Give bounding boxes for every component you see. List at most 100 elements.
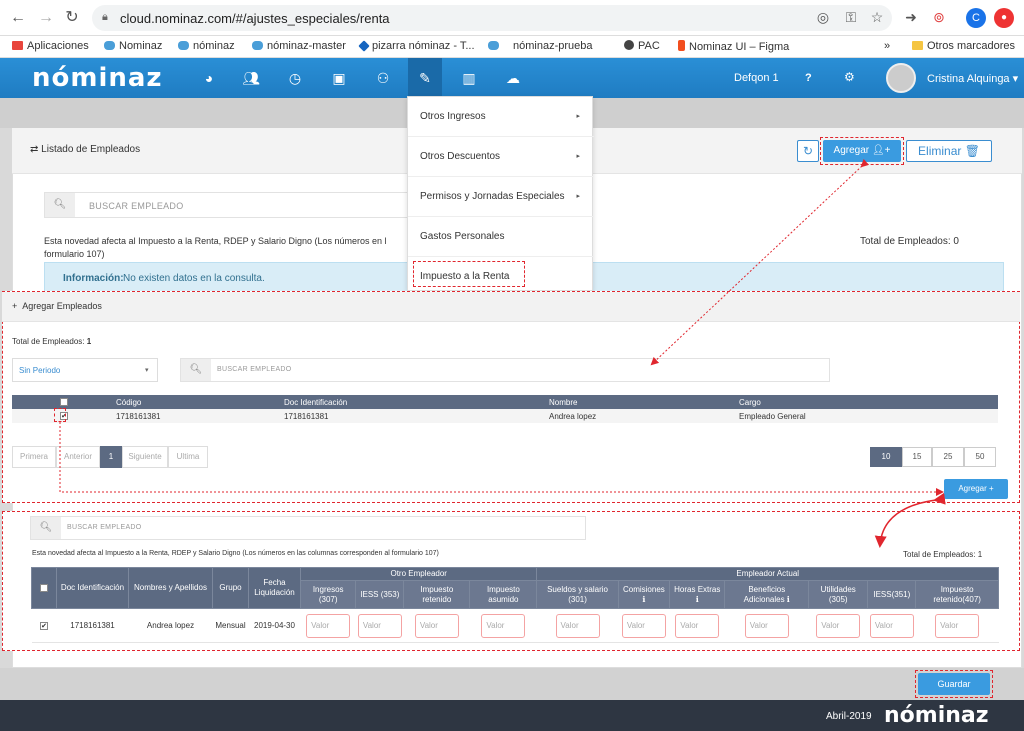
select-all-header[interactable] bbox=[12, 395, 112, 409]
users-icon[interactable]: 👥︎ bbox=[236, 68, 266, 88]
profile-avatar[interactable]: C bbox=[966, 8, 986, 28]
bookmark-figma[interactable]: Nominaz UI – Figma bbox=[678, 40, 789, 53]
renta-search-input[interactable]: BUSCAR EMPLEADO bbox=[67, 524, 142, 531]
pager-next[interactable]: Siguiente bbox=[122, 446, 168, 468]
cell-doc: 1718161381 bbox=[280, 409, 545, 423]
share-icon[interactable]: ➜ bbox=[902, 9, 920, 26]
col-impuesto-asumido: Impuesto asumido bbox=[469, 580, 538, 609]
help-icon[interactable]: ? bbox=[805, 72, 812, 84]
reload-icon[interactable]: ↻ bbox=[62, 8, 82, 28]
page-size-50[interactable]: 50 bbox=[964, 447, 996, 467]
pager-last[interactable]: Ultima bbox=[168, 446, 208, 468]
input-comisiones[interactable]: Valor bbox=[621, 613, 666, 638]
bookmarks-more[interactable]: » bbox=[884, 40, 890, 52]
location-icon[interactable]: ◎ bbox=[814, 9, 832, 26]
browser-toolbar: ← → ↻ 🔒︎ cloud.nominaz.com/#/ajustes_esp… bbox=[0, 0, 1024, 36]
footer-date: Abril-2019 bbox=[826, 711, 872, 722]
bookmark-nominaz-prueba[interactable]: nóminaz-prueba bbox=[488, 40, 593, 52]
briefcase-icon[interactable]: ▣ bbox=[324, 68, 354, 88]
agregar-search-input[interactable]: BUSCAR EMPLEADO bbox=[217, 366, 292, 373]
app-header: nóminaz ◕ 👥︎ ◷ ▣ ⚇ ✎ ▥ ☁ Defqon 1 ? ⚙ Cr… bbox=[0, 58, 1024, 98]
col-fecha: Fecha Liquidación bbox=[248, 567, 301, 609]
star-icon[interactable]: ☆ bbox=[868, 9, 886, 26]
user-menu[interactable]: Cristina Alquinga ▾ bbox=[927, 72, 1018, 85]
impuesto-renta-highlight bbox=[413, 261, 525, 287]
renta-search[interactable]: 🔍︎ BUSCAR EMPLEADO bbox=[30, 516, 586, 540]
refresh-icon: ↻ bbox=[802, 144, 814, 158]
select-all-checkbox[interactable] bbox=[40, 583, 48, 592]
agregar-search[interactable]: 🔍︎ BUSCAR EMPLEADO bbox=[180, 358, 830, 382]
input-horas-extras[interactable]: Valor bbox=[675, 613, 720, 638]
key-icon[interactable]: ⚿ bbox=[842, 9, 860, 26]
avatar[interactable] bbox=[886, 63, 916, 93]
refresh-button[interactable]: ↻ bbox=[797, 140, 819, 162]
input-impuesto-retenido[interactable]: Valor bbox=[414, 613, 459, 638]
input-sueldos[interactable]: Valor bbox=[555, 613, 600, 638]
bookmark-pizarra[interactable]: pizarra nóminaz - T... bbox=[358, 40, 475, 52]
renta-table: Doc Identificación Nombres y Apellidos G… bbox=[31, 567, 999, 643]
dashboard-icon[interactable]: ◕ bbox=[194, 68, 224, 88]
edit-icon[interactable]: ✎ bbox=[410, 68, 440, 88]
menu-item-otros-descuentos[interactable]: Otros Descuentos ▸ bbox=[408, 137, 594, 177]
extension-icon[interactable]: ⊚ bbox=[930, 9, 948, 26]
input-utilidades[interactable]: Valor bbox=[816, 613, 861, 638]
menu-item-otros-ingresos[interactable]: Otros Ingresos ▸ bbox=[408, 97, 594, 137]
input-impuesto-retenido-407[interactable]: Valor bbox=[935, 613, 980, 638]
input-beneficios[interactable]: Valor bbox=[744, 613, 789, 638]
row-checkbox[interactable]: ✔ bbox=[40, 621, 48, 630]
table-row[interactable]: ✔ 1718161381 1718161381 Andrea lopez Emp… bbox=[12, 409, 998, 423]
search-icon: 🔍︎ bbox=[31, 517, 61, 539]
list-search[interactable]: 🔍︎ BUSCAR EMPLEADO bbox=[44, 192, 424, 218]
bookmark-nominaz-2[interactable]: nóminaz bbox=[178, 40, 235, 52]
agregar-panel-title[interactable]: + Agregar Empleados bbox=[12, 301, 102, 311]
forward-icon[interactable]: → bbox=[36, 8, 56, 28]
page-size-15[interactable]: 15 bbox=[902, 447, 932, 467]
pager-page-1[interactable]: 1 bbox=[100, 446, 122, 468]
list-note-2: formulario 107) bbox=[44, 249, 105, 259]
col-codigo: Código bbox=[112, 395, 280, 409]
renta-note: Esta novedad afecta al Impuesto a la Ren… bbox=[32, 550, 439, 557]
logo[interactable]: nóminaz bbox=[32, 63, 163, 93]
delete-button[interactable]: Eliminar 🗑︎ bbox=[906, 140, 992, 162]
col-horas-extras: Horas Extras ℹ bbox=[669, 580, 726, 609]
caret-right-icon: ▸ bbox=[576, 193, 580, 200]
bookmark-apps[interactable]: Aplicaciones bbox=[12, 40, 89, 52]
col-impuesto-retenido-407: Impuesto retenido(407) bbox=[915, 580, 999, 609]
settings-icon[interactable]: ⚙ bbox=[844, 70, 855, 84]
bar-chart-icon[interactable]: ▥ bbox=[454, 68, 484, 88]
period-select[interactable]: Sin Periodo ▾ bbox=[12, 358, 158, 382]
input-iess-353[interactable]: Valor bbox=[357, 613, 402, 638]
caret-down-icon: ▾ bbox=[1012, 73, 1019, 85]
clock-icon[interactable]: ◷ bbox=[280, 68, 310, 88]
list-search-input[interactable]: BUSCAR EMPLEADO bbox=[89, 201, 184, 211]
add-button-highlight bbox=[820, 137, 904, 165]
select-all-header[interactable] bbox=[31, 567, 57, 609]
input-iess-351[interactable]: Valor bbox=[869, 613, 914, 638]
pager-prev[interactable]: Anterior bbox=[56, 446, 100, 468]
bookmark-other[interactable]: Otros marcadores bbox=[912, 40, 1015, 52]
input-impuesto-asumido[interactable]: Valor bbox=[481, 613, 526, 638]
cell-grupo: Mensual bbox=[212, 608, 249, 643]
menu-item-permisos[interactable]: Permisos y Jornadas Especiales ▸ bbox=[408, 177, 594, 217]
page-size-25[interactable]: 25 bbox=[932, 447, 964, 467]
footer-band bbox=[0, 668, 1024, 700]
bookmark-nominaz-master[interactable]: nóminaz-master bbox=[252, 40, 346, 52]
cloud-upload-icon[interactable]: ☁ bbox=[498, 68, 528, 88]
bookmark-nominaz[interactable]: Nominaz bbox=[104, 40, 162, 52]
address-bar[interactable]: 🔒︎ cloud.nominaz.com/#/ajustes_especiale… bbox=[92, 5, 892, 31]
select-all-checkbox[interactable] bbox=[60, 398, 68, 407]
page-size-10[interactable]: 10 bbox=[870, 447, 902, 467]
menu-item-gastos-personales[interactable]: Gastos Personales bbox=[408, 217, 594, 257]
company-name[interactable]: Defqon 1 bbox=[734, 72, 779, 84]
cell-fecha: 2019-04-30 bbox=[248, 608, 301, 643]
input-ingresos[interactable]: Valor bbox=[306, 613, 351, 638]
caret-down-icon: ▾ bbox=[145, 367, 149, 374]
extension-badge-icon[interactable]: ● bbox=[994, 8, 1014, 28]
bookmark-pac[interactable]: PAC bbox=[624, 40, 660, 52]
pager-first[interactable]: Primera bbox=[12, 446, 56, 468]
back-icon[interactable]: ← bbox=[8, 8, 28, 28]
handshake-icon[interactable]: ⚇ bbox=[368, 68, 398, 88]
col-iess-353: IESS (353) bbox=[355, 580, 405, 609]
agregar-empleados-button[interactable]: Agregar + bbox=[944, 479, 1008, 499]
table-row[interactable]: ✔ 1718161381 Andrea lopez Mensual 2019-0… bbox=[31, 608, 999, 643]
